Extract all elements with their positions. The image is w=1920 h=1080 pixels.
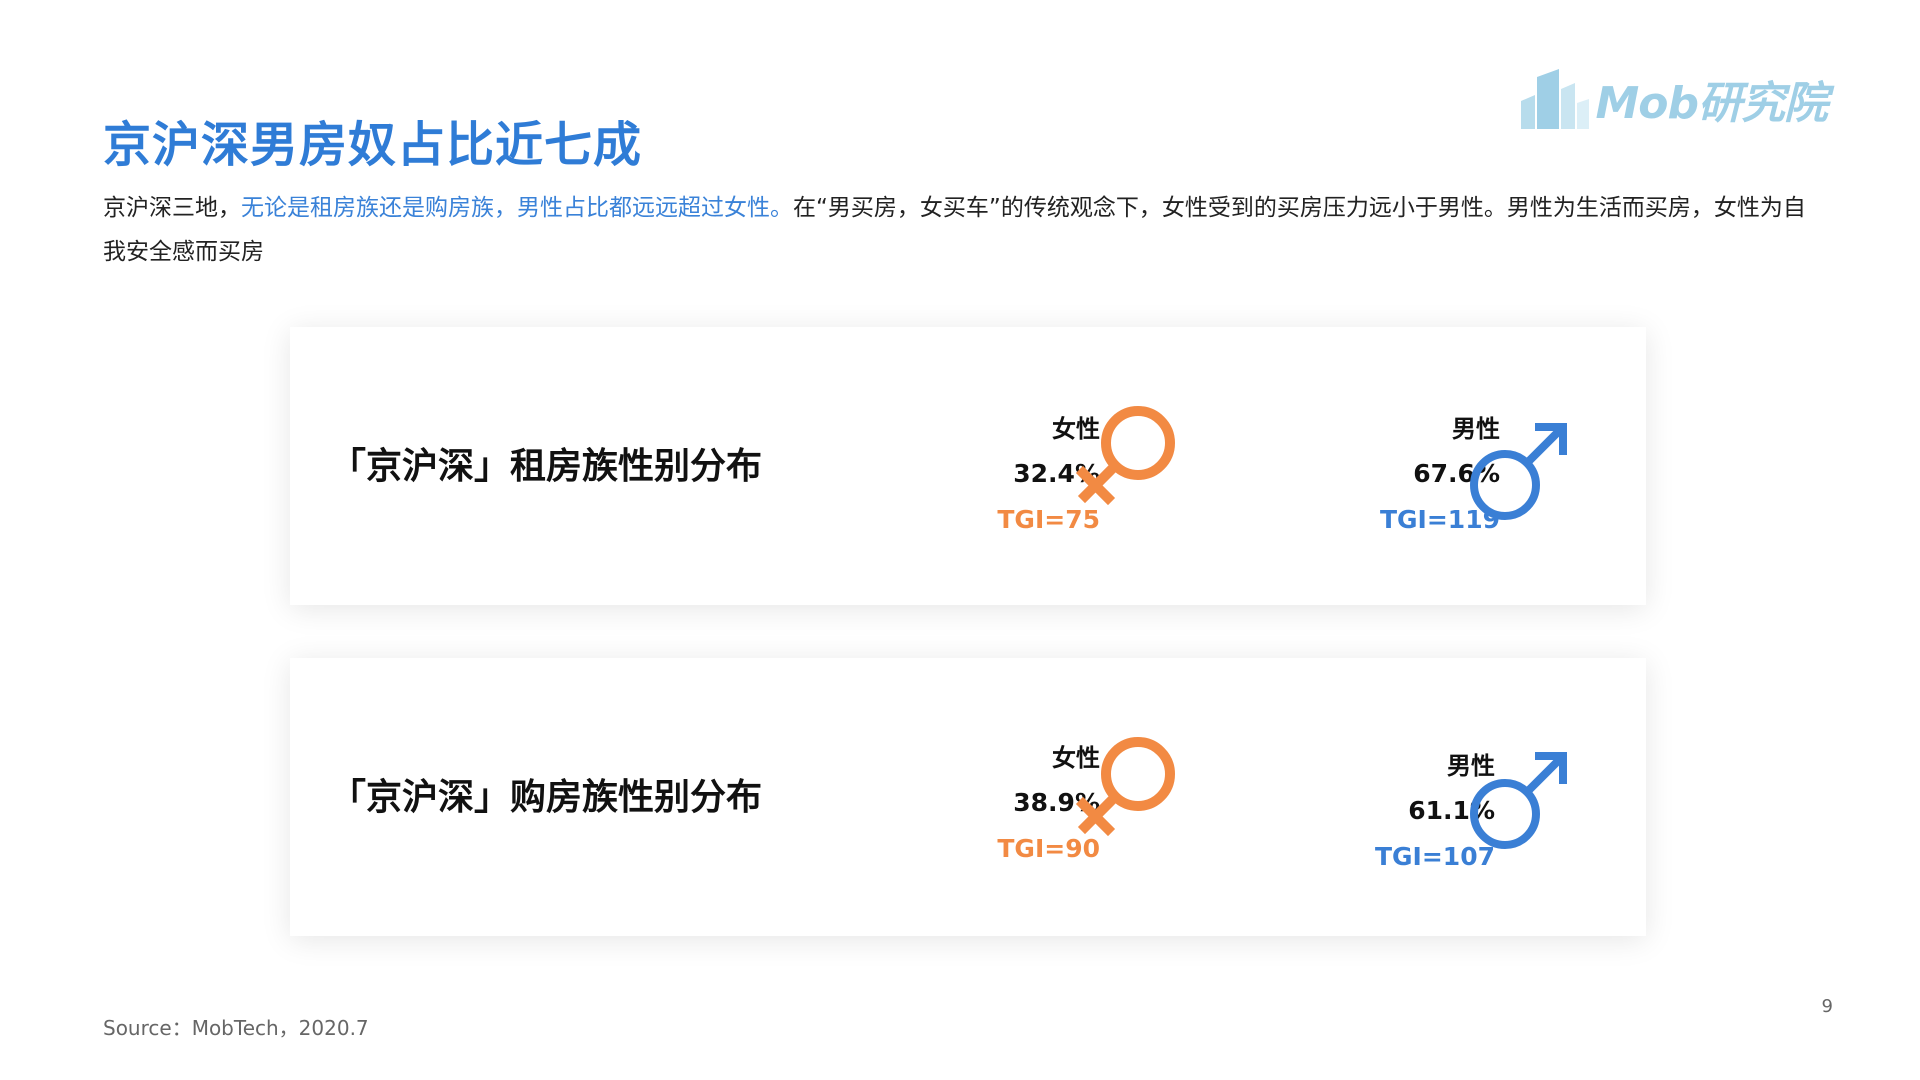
rental-gender-card: 「京沪深」租房族性别分布 女性 32.4% TGI=75 男性 67.6% TG… — [290, 327, 1646, 605]
male-symbol-icon — [1470, 423, 1567, 520]
purchase-gender-card: 「京沪深」购房族性别分布 女性 38.9% TGI=90 男性 61.1% TG… — [290, 658, 1646, 936]
source-note: Source：MobTech，2020.7 — [103, 1016, 369, 1040]
page-title: 京沪深男房奴占比近七成 — [103, 117, 643, 173]
description-intro: 京沪深三地， — [103, 195, 241, 221]
page-number: 9 — [1821, 996, 1833, 1017]
page-description: 京沪深三地，无论是租房族还是购房族，男性占比都远远超过女性。在“男买房，女买车”… — [103, 186, 1823, 274]
mob-logo-icon — [1521, 69, 1590, 129]
logo-text: Mob研究院 — [1595, 78, 1828, 129]
male-symbol-icon — [1470, 752, 1567, 849]
female-symbol-icon — [1075, 737, 1175, 837]
female-symbol-icon — [1075, 406, 1175, 506]
card-title: 「京沪深」租房族性别分布 — [330, 446, 763, 487]
mob-logo: Mob研究院 — [1519, 64, 1828, 134]
description-highlight: 无论是租房族还是购房族，男性占比都远远超过女性。 — [241, 195, 793, 221]
card-title: 「京沪深」购房族性别分布 — [330, 777, 763, 818]
